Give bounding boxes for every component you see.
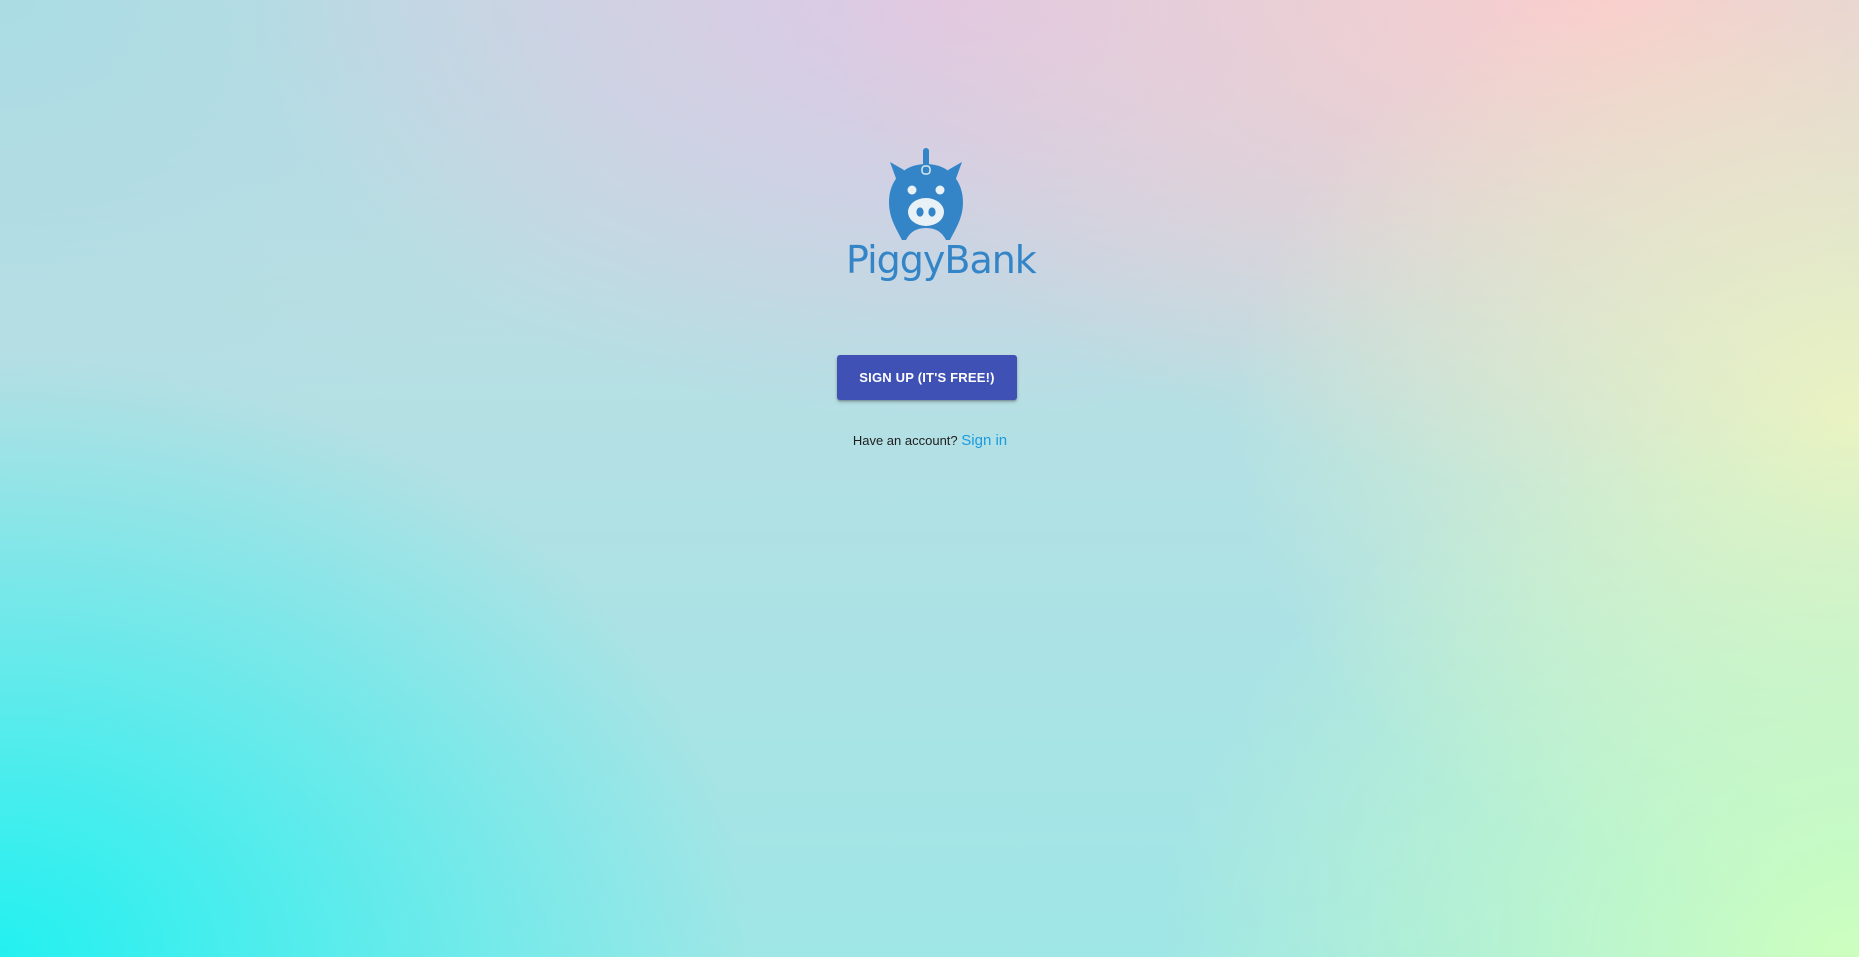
- brand-name: PiggyBank: [846, 238, 1037, 282]
- landing-page: PiggyBank SIGN UP (IT'S FREE!) Have an a…: [0, 0, 1859, 957]
- signin-prompt-text: Have an account?: [852, 433, 958, 448]
- signup-button[interactable]: SIGN UP (IT'S FREE!): [837, 355, 1017, 400]
- signin-link[interactable]: Sign in: [961, 432, 1007, 449]
- signin-prompt-line: Have an account? Sign in: [780, 430, 1080, 452]
